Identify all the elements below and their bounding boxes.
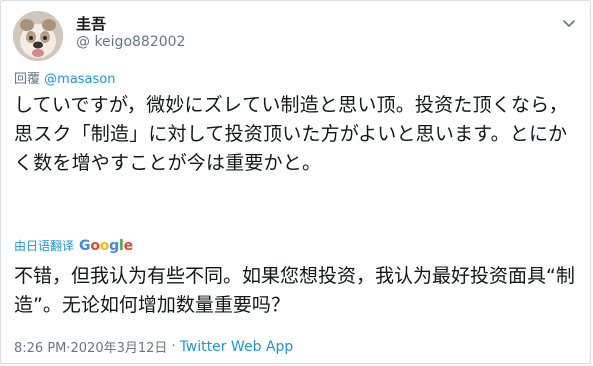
chevron-down-icon[interactable] [562, 15, 576, 29]
bulldog-avatar-image [13, 11, 63, 61]
display-name[interactable]: 圭吾 [76, 13, 106, 34]
meta-separator: · [171, 339, 176, 354]
translated-text: 不错，但我认为有些不同。如果您想投资，我认为最好投资面具“制造”。无论如何增加数… [14, 265, 575, 316]
tweet-text: していですが，微妙にズレてい制造と思い顶。投资た顶くなら，思スク「制造」に対して… [14, 94, 568, 174]
reply-mention-link[interactable]: @masason [44, 72, 115, 87]
tweet-card: 圭吾 @ keigo882002 回覆 @masason していですが，微妙にズ… [0, 0, 591, 364]
source-app-link[interactable]: Twitter Web App [180, 339, 294, 355]
reply-prefix: 回覆 [14, 72, 41, 87]
tweet-meta: 8:26 PM·2020年3月12日 · Twitter Web App [14, 337, 294, 357]
user-handle[interactable]: @ keigo882002 [76, 34, 185, 50]
reply-context: 回覆 @masason [14, 68, 116, 87]
tweet-timestamp[interactable]: 8:26 PM·2020年3月12日 [14, 337, 167, 356]
translation-attribution: 由日语翻译 Google [14, 237, 133, 254]
google-logo: Google [79, 237, 133, 254]
avatar[interactable] [13, 11, 63, 61]
translate-link[interactable]: 由日语翻译 [14, 237, 74, 254]
